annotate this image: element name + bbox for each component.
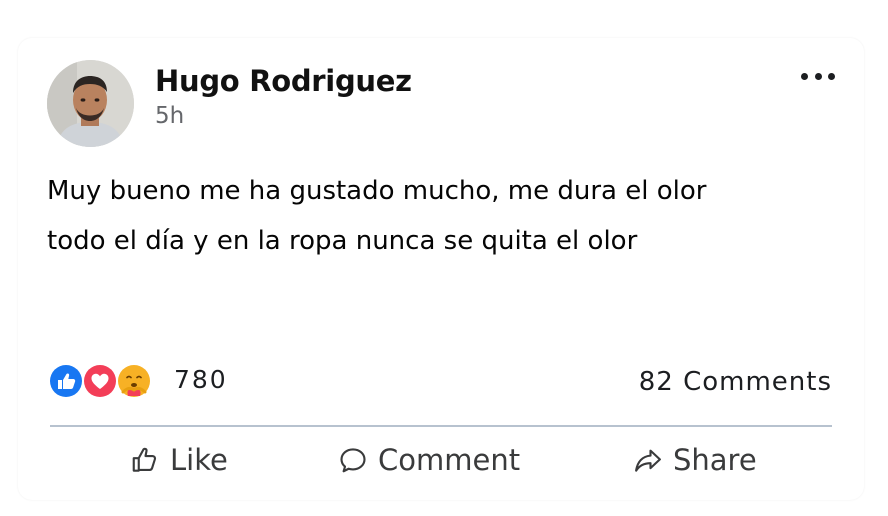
avatar[interactable] [47,60,134,147]
thumbs-up-icon [132,447,157,472]
comment-label: Comment [378,443,521,477]
comments-count[interactable]: 82 Comments [639,367,832,397]
divider [50,425,832,427]
post-text-line: todo el día y en la ropa nunca se quita … [47,226,638,256]
avatar-photo [47,60,134,147]
share-label: Share [673,443,757,477]
love-icon [82,363,118,399]
post-text-line: Muy bueno me ha gustado mucho, me dura e… [47,176,707,206]
like-icon [48,363,84,399]
like-label: Like [170,443,228,477]
author-name[interactable]: Hugo Rodriguez [155,64,412,98]
reaction-icons[interactable] [48,363,158,399]
post-card [18,38,864,500]
more-options-icon[interactable] [801,66,835,86]
share-icon [635,449,661,472]
reaction-count[interactable]: 780 [174,365,228,394]
share-button[interactable]: Share [633,440,757,480]
post-timestamp[interactable]: 5h [155,103,184,129]
comment-button[interactable]: Comment [338,440,520,480]
post-text: Muy bueno me ha gustado mucho, me dura e… [47,166,847,266]
like-button[interactable]: Like [130,440,228,480]
care-icon [116,363,152,399]
comment-icon [340,448,366,473]
